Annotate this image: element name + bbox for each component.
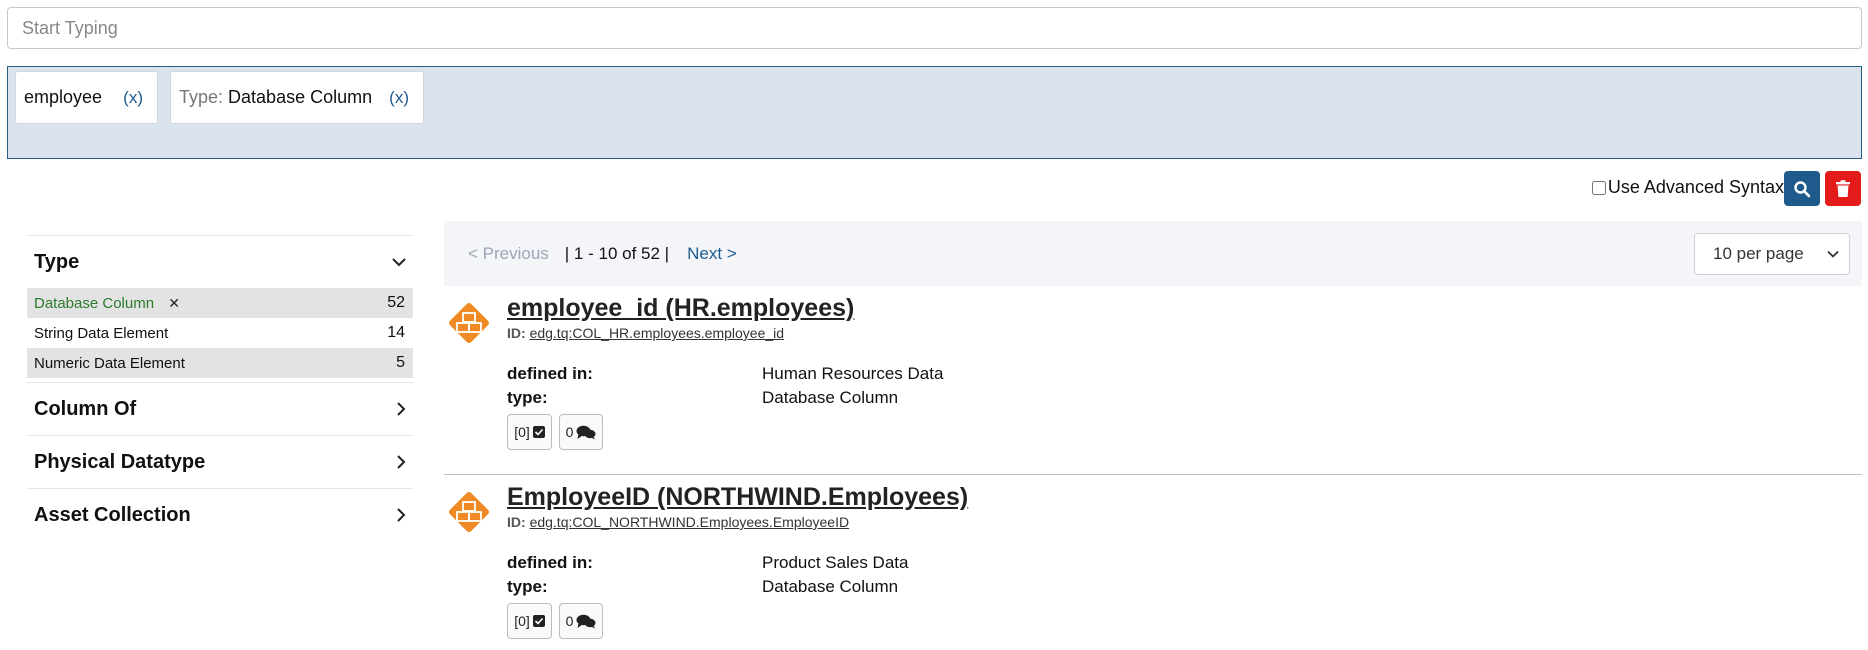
type-value: Database Column (762, 388, 899, 407)
facet-item-count: 14 (387, 324, 405, 341)
filter-chip-type: Type: Database Column (x) (170, 71, 424, 124)
filter-chip-keyword: employee (x) (15, 71, 158, 124)
results-panel: < Previous | 1 - 10 of 52 | Next > 10 pe… (444, 221, 1862, 650)
next-page-link[interactable]: Next > (687, 244, 737, 264)
defined-in-label: defined in: (507, 364, 593, 383)
remove-filter-link[interactable]: (x) (123, 88, 149, 108)
defined-in-value: Product Sales Data (762, 553, 909, 572)
filter-chip-value: employee (24, 87, 103, 107)
comments-icon (576, 614, 596, 628)
previous-page-link[interactable]: < Previous (468, 244, 549, 264)
result-id-link[interactable]: edg.tq:COL_HR.employees.employee_id (530, 325, 784, 341)
defined-in-value: Human Resources Data (762, 364, 944, 383)
search-input[interactable] (7, 7, 1862, 49)
trash-icon (1836, 179, 1850, 197)
facet-item-database-column[interactable]: Database Column ✕ 52 (27, 288, 413, 318)
filter-chip-value: Database Column (228, 87, 373, 107)
result-id: ID: edg.tq:COL_NORTHWIND.Employees.Emplo… (507, 514, 850, 530)
result-id-link[interactable]: edg.tq:COL_NORTHWIND.Employees.EmployeeI… (530, 514, 850, 530)
facet-type-header[interactable]: Type (27, 235, 413, 288)
clear-button[interactable] (1825, 171, 1861, 206)
defined-in-label: defined in: (507, 553, 593, 572)
type-label: type: (507, 577, 548, 596)
advanced-syntax-checkbox[interactable] (1591, 180, 1606, 195)
result-title-link[interactable]: EmployeeID (NORTHWIND.Employees) (507, 483, 968, 512)
checkbox-checked-icon (532, 426, 545, 438)
facet-item-numeric-data-element[interactable]: Numeric Data Element 5 (27, 348, 413, 378)
remove-filter-link[interactable]: (x) (389, 88, 415, 108)
tasks-badge[interactable]: [0] (507, 603, 552, 639)
comments-badge[interactable]: 0 (559, 414, 603, 450)
database-column-icon (449, 303, 489, 343)
per-page-value: 10 per page (1713, 244, 1804, 263)
chevron-right-icon (397, 508, 406, 522)
pagination-bar: < Previous | 1 - 10 of 52 | Next > 10 pe… (444, 221, 1862, 286)
comments-badge[interactable]: 0 (559, 603, 603, 639)
search-icon (1794, 180, 1811, 197)
facet-item-count: 5 (396, 354, 405, 371)
search-button[interactable] (1784, 171, 1820, 206)
advanced-syntax-label: Use Advanced Syntax (1607, 177, 1784, 197)
facet-item-label: Numeric Data Element (34, 354, 185, 372)
comments-icon (576, 425, 596, 439)
result-item: employee_id (HR.employees) ID: edg.tq:CO… (444, 286, 1862, 474)
facet-title: Asset Collection (34, 503, 191, 526)
chevron-down-icon (1827, 250, 1839, 258)
facet-column-of-header[interactable]: Column Of (27, 382, 413, 435)
chevron-down-icon (392, 258, 406, 267)
facet-item-label: String Data Element (34, 324, 169, 342)
checkbox-checked-icon (532, 615, 545, 627)
active-filters-bar: employee (x) Type: Database Column (x) (7, 66, 1862, 159)
facet-title: Physical Datatype (34, 450, 206, 473)
result-item: EmployeeID (NORTHWIND.Employees) ID: edg… (444, 474, 1862, 650)
facet-item-string-data-element[interactable]: String Data Element 14 (27, 318, 413, 348)
remove-facet-icon[interactable]: ✕ (168, 295, 180, 311)
type-label: type: (507, 388, 548, 407)
chevron-right-icon (397, 402, 406, 416)
facet-asset-collection-header[interactable]: Asset Collection (27, 488, 413, 541)
advanced-syntax-option[interactable]: Use Advanced Syntax (1591, 177, 1784, 198)
per-page-select[interactable]: 10 per page (1694, 233, 1850, 275)
facet-physical-datatype-header[interactable]: Physical Datatype (27, 435, 413, 488)
result-id: ID: edg.tq:COL_HR.employees.employee_id (507, 325, 785, 341)
facet-title: Column Of (34, 397, 137, 420)
facet-item-count: 52 (387, 294, 405, 311)
page-range: | 1 - 10 of 52 | (564, 243, 670, 263)
filter-chip-label: Type: (179, 87, 224, 107)
type-value: Database Column (762, 577, 899, 596)
result-title-link[interactable]: employee_id (HR.employees) (507, 294, 854, 323)
facet-title: Type (34, 250, 80, 273)
facet-type-list: Database Column ✕ 52 String Data Element… (27, 288, 413, 382)
database-column-icon (449, 492, 489, 532)
facet-panel: Type Database Column ✕ 52 String Data El… (27, 235, 413, 541)
tasks-badge[interactable]: [0] (507, 414, 552, 450)
facet-item-label: Database Column (34, 294, 155, 312)
chevron-right-icon (397, 455, 406, 469)
